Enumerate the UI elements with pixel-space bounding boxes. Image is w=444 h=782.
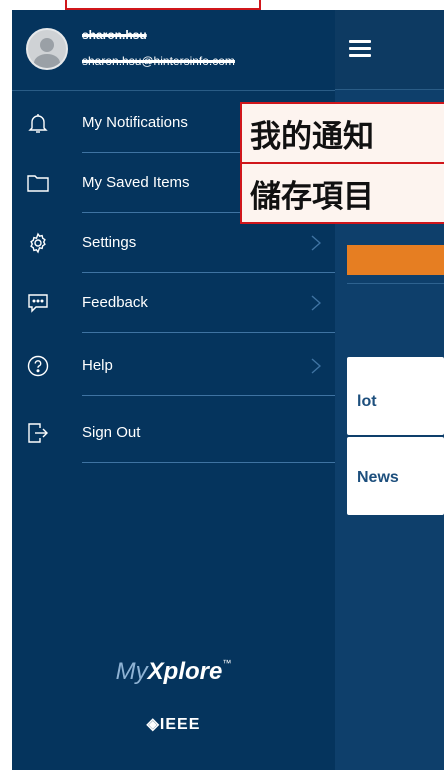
top-bar xyxy=(335,10,444,90)
divider xyxy=(82,332,335,333)
divider xyxy=(82,395,335,396)
content-card[interactable]: News xyxy=(347,437,444,515)
divider xyxy=(347,283,444,284)
menu-item-help[interactable]: Help xyxy=(12,336,335,396)
annotation-callout: 我的通知 xyxy=(240,102,444,164)
avatar[interactable] xyxy=(26,28,68,70)
hamburger-menu-icon[interactable] xyxy=(349,40,371,58)
annotation-callout: 儲存項目 xyxy=(240,162,444,224)
folder-icon xyxy=(27,175,49,192)
orange-banner[interactable] xyxy=(347,245,444,275)
content-card[interactable]: lot xyxy=(347,357,444,435)
menu-item-label: Sign Out xyxy=(82,424,141,441)
logo-my-text: My xyxy=(115,658,148,685)
feedback-icon xyxy=(28,294,48,313)
menu-item-label: My Saved Items xyxy=(82,174,190,191)
menu-item-label: Feedback xyxy=(82,294,148,311)
card-title: lot xyxy=(357,393,377,410)
user-email: sharon.hsu@hintersinfo.com xyxy=(82,54,235,68)
logo-xplore-text: Xplore xyxy=(147,658,223,685)
menu-item-label: Help xyxy=(82,357,113,374)
trademark-mark: ™ xyxy=(222,658,232,668)
app-screen: lot News sharon.hsu sharon.hsu@hintersin… xyxy=(12,10,444,770)
menu-item-label: Settings xyxy=(82,234,137,251)
menu-item-label: My Notifications xyxy=(82,114,188,131)
card-title: News xyxy=(357,469,399,486)
help-icon xyxy=(27,355,49,377)
user-name: sharon.hsu xyxy=(82,28,147,42)
divider xyxy=(82,462,335,463)
menu-item-sign-out[interactable]: Sign Out xyxy=(12,403,335,463)
bell-icon xyxy=(28,114,48,133)
ieee-logo: ◈IEEE xyxy=(146,716,201,733)
divider xyxy=(12,90,335,91)
myxplore-logo: MyXplore™ xyxy=(12,658,335,686)
menu-item-feedback[interactable]: Feedback xyxy=(12,273,335,333)
sign-out-icon xyxy=(28,423,48,443)
chevron-right-icon xyxy=(311,235,321,251)
chevron-right-icon xyxy=(311,358,321,374)
gear-icon xyxy=(30,232,46,254)
chevron-right-icon xyxy=(311,295,321,311)
annotation-box-top xyxy=(65,0,261,10)
